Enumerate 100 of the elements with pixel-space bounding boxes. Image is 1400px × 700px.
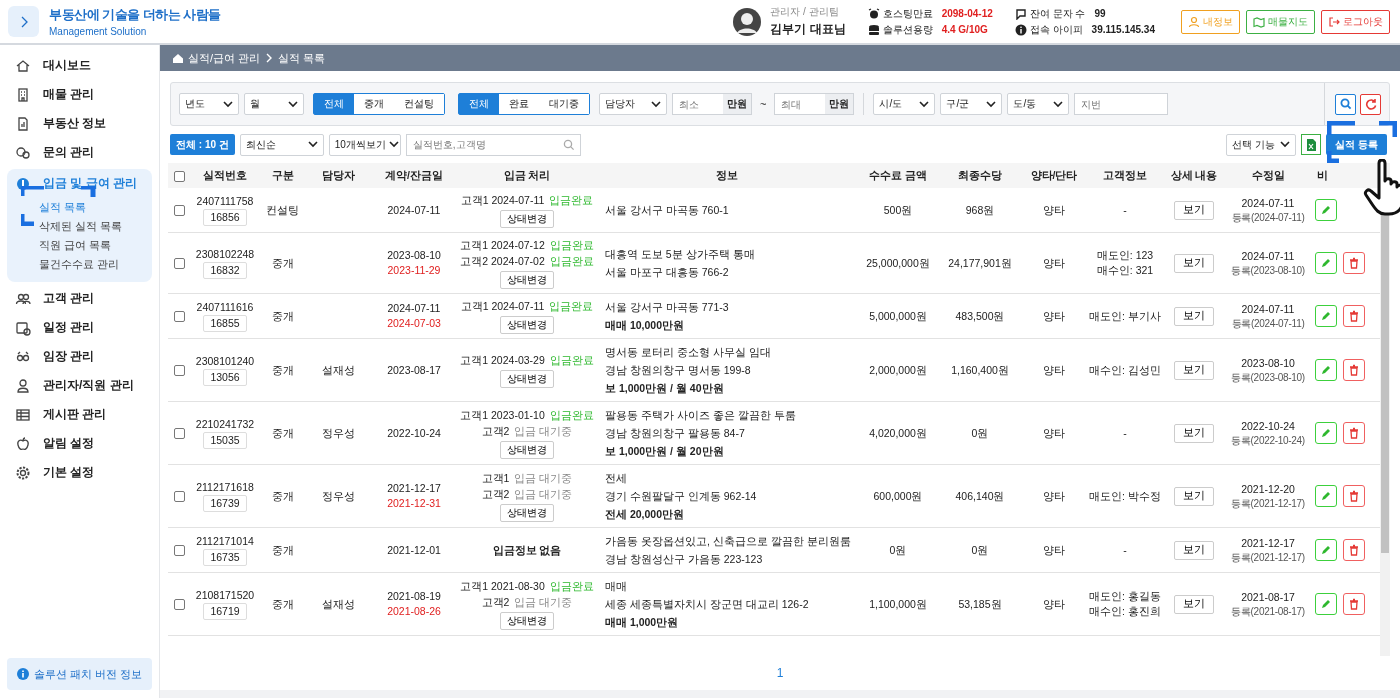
delete-button[interactable] — [1343, 305, 1365, 327]
sidebar-item[interactable]: 대시보드 — [7, 51, 152, 80]
pencil-icon — [1320, 257, 1332, 269]
register-button[interactable]: 실적 등록 — [1326, 134, 1387, 155]
checkbox[interactable] — [173, 491, 185, 503]
sidebar-item[interactable]: 기본 설정 — [7, 458, 152, 487]
select-field[interactable]: 구/군 — [940, 93, 1003, 115]
checkbox[interactable] — [173, 170, 185, 182]
select-field[interactable]: 도/동 — [1007, 93, 1070, 115]
category-text: 컨설팅 — [266, 203, 299, 216]
sidebar-item[interactable]: 매물 관리 — [7, 80, 152, 109]
column-header: 수수료 금액 — [869, 168, 927, 181]
checkbox[interactable] — [173, 599, 185, 611]
trash-icon — [1348, 310, 1360, 322]
delete-button[interactable] — [1343, 593, 1365, 615]
sidebar-item[interactable]: 게시판 관리 — [7, 400, 152, 429]
status-change-button[interactable]: 상태변경 — [500, 504, 554, 522]
info-icon — [1014, 23, 1027, 36]
delete-button[interactable] — [1343, 252, 1365, 274]
sidebar-item[interactable]: 관리자/직원 관리 — [7, 371, 152, 400]
delete-button[interactable] — [1343, 485, 1365, 507]
edit-button[interactable] — [1315, 485, 1337, 507]
select-field[interactable]: 시/도 — [873, 93, 936, 115]
status-change-button[interactable]: 상태변경 — [500, 316, 554, 334]
segment-button[interactable]: 전체 — [314, 94, 354, 114]
segment-button[interactable]: 대기중 — [539, 94, 589, 114]
view-button[interactable]: 보기 — [1174, 200, 1214, 220]
status-change-button[interactable]: 상태변경 — [500, 441, 554, 459]
trade-type: 양타 — [1043, 256, 1065, 269]
sidebar-subitem[interactable]: 실적 목록 — [39, 198, 87, 217]
edit-button[interactable] — [1315, 305, 1337, 327]
edit-button[interactable] — [1315, 422, 1337, 444]
checkbox[interactable] — [173, 258, 185, 270]
view-button[interactable]: 보기 — [1174, 540, 1214, 560]
delete-button[interactable] — [1343, 422, 1365, 444]
header-button[interactable]: 로그아웃 — [1321, 9, 1390, 34]
breadcrumb-item[interactable]: 실적 목록 — [278, 50, 326, 66]
page-link[interactable]: 1 — [776, 666, 784, 680]
range-field[interactable]: 최소 만원 — [672, 93, 752, 115]
checkbox[interactable] — [173, 428, 185, 440]
contract-date: 2023-08-17 — [386, 362, 442, 378]
checkbox[interactable] — [173, 545, 185, 557]
view-button[interactable]: 보기 — [1174, 360, 1214, 380]
record-number: 2407111616 — [195, 300, 255, 315]
input-field[interactable]: 지번 — [1074, 93, 1169, 115]
unit-label: 만원 — [723, 94, 751, 114]
view-button[interactable]: 보기 — [1174, 486, 1214, 506]
view-button[interactable]: 보기 — [1174, 306, 1214, 326]
sidebar-item[interactable]: 부동산 정보 — [7, 109, 152, 138]
checkbox[interactable] — [173, 365, 185, 377]
select-field[interactable]: 월 — [244, 93, 304, 115]
view-button[interactable]: 보기 — [1174, 253, 1214, 273]
sidebar-item[interactable]: 문의 관리 — [7, 138, 152, 167]
apple-icon — [15, 435, 31, 452]
select-field[interactable]: 선택 기능 — [1226, 133, 1297, 156]
pencil-icon — [1320, 490, 1332, 502]
info-line: 서울 마포구 대흥동 766-2 — [605, 265, 730, 280]
view-button[interactable]: 보기 — [1174, 423, 1214, 443]
range-field[interactable]: 최대 만원 — [774, 93, 855, 115]
segment-button[interactable]: 완료 — [499, 94, 539, 114]
patch-info-button[interactable]: 솔루션 패치 버전 정보 — [7, 658, 152, 690]
status-change-button[interactable]: 상태변경 — [500, 370, 554, 388]
edit-button[interactable] — [1315, 199, 1337, 221]
excel-button[interactable] — [1301, 134, 1322, 155]
segment-button[interactable]: 중개 — [354, 94, 394, 114]
view-button[interactable]: 보기 — [1174, 594, 1214, 614]
status-change-button[interactable]: 상태변경 — [500, 612, 554, 630]
customer-info: - — [1122, 202, 1128, 218]
info-line: 경기 수원팔달구 인계동 962-14 — [605, 489, 758, 504]
refresh-button[interactable] — [1360, 93, 1381, 115]
checkbox[interactable] — [173, 205, 185, 217]
sidebar-item[interactable]: 고객 관리 — [7, 284, 152, 313]
sidebar-item[interactable]: 일정 관리 — [7, 313, 152, 342]
search-field[interactable]: 실적번호,고객명 — [405, 133, 581, 156]
delete-button[interactable] — [1343, 359, 1365, 381]
select-field[interactable]: 년도 — [179, 93, 239, 115]
sidebar-item[interactable]: 알림 설정 — [7, 429, 152, 458]
search-button[interactable] — [1335, 93, 1356, 115]
sidebar-subitem[interactable]: 물건수수료 관리 — [39, 255, 120, 274]
map-icon — [1253, 15, 1265, 28]
select-field[interactable]: 최신순 — [239, 133, 324, 156]
delete-button[interactable] — [1343, 539, 1365, 561]
select-field[interactable]: 담당자 — [599, 93, 667, 115]
breadcrumb-item[interactable]: 실적/급여 관리 — [188, 50, 261, 66]
segment-button[interactable]: 전체 — [459, 94, 499, 114]
sidebar-subitem[interactable]: 직원 급여 목록 — [39, 236, 112, 255]
segment-button[interactable]: 컨설팅 — [394, 94, 444, 114]
sidebar-item[interactable]: 임장 관리 — [7, 342, 152, 371]
edit-button[interactable] — [1315, 539, 1337, 561]
edit-button[interactable] — [1315, 252, 1337, 274]
edit-button[interactable] — [1315, 359, 1337, 381]
edit-button[interactable] — [1315, 593, 1337, 615]
select-field[interactable]: 10개씩보기 — [328, 133, 401, 156]
status-change-button[interactable]: 상태변경 — [500, 271, 554, 289]
sidebar-subitem[interactable]: 삭제된 실적 목록 — [39, 217, 123, 236]
checkbox[interactable] — [173, 311, 185, 323]
payment-note: 입금정보 없음 — [491, 542, 563, 558]
status-change-button[interactable]: 상태변경 — [500, 210, 554, 228]
info-line: 명서동 로터리 중소형 사무실 임대 — [605, 345, 772, 360]
search-icon — [1339, 98, 1352, 110]
